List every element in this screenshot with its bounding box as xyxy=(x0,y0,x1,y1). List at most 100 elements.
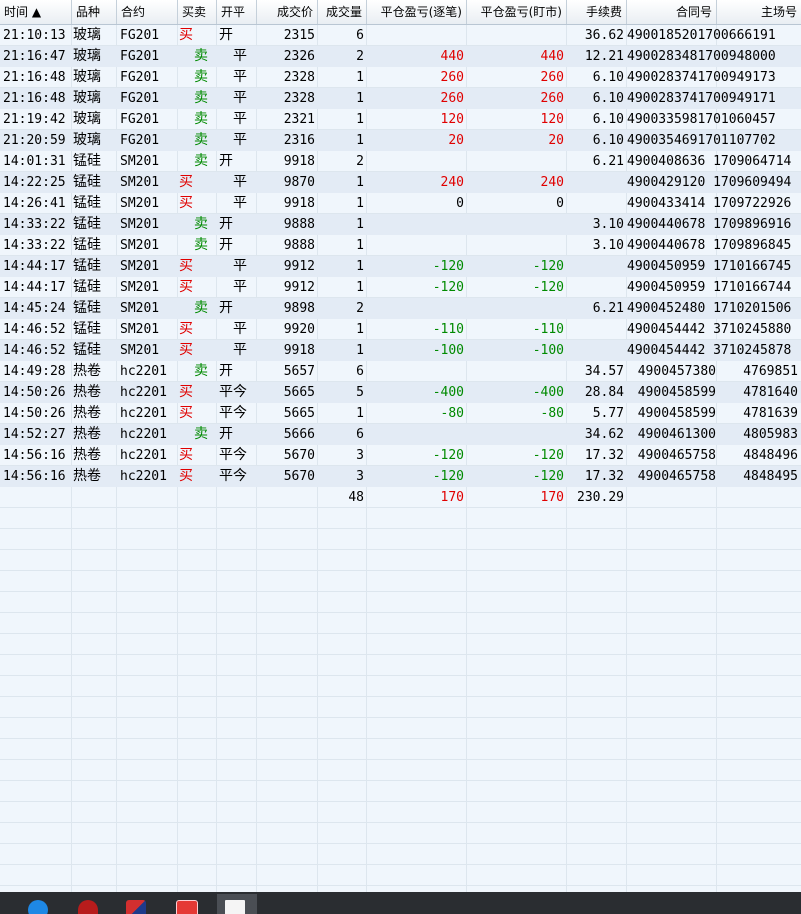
app-icon-4[interactable] xyxy=(118,894,158,914)
cell-contract: SM201 xyxy=(120,343,160,358)
cell-contract: SM201 xyxy=(120,217,160,232)
cell-pnl-trade: 20 xyxy=(448,133,464,148)
table-row[interactable]: 14:56:16 热卷 hc2201 买 平今 5670 3 -120 -120 17.32 490… xyxy=(0,466,801,487)
app-icon-3[interactable] xyxy=(70,894,110,914)
cell-time: 21:19:42 xyxy=(3,112,66,127)
cell-contract-no: 4900454442 3710245878 xyxy=(627,343,792,358)
app-icon-2[interactable] xyxy=(20,894,60,914)
table-row[interactable]: 14:33:22 锰硅 SM201 卖开 9888 1 3.10 4900440678 170… xyxy=(0,235,801,256)
cell-qty: 6 xyxy=(356,364,364,379)
col-header-openclose[interactable]: 开平 xyxy=(217,0,257,24)
cell-pnl-mark xyxy=(467,424,567,445)
table-row[interactable]: 21:16:48 玻璃 FG201 卖 平 2328 1 260 260 6.10 49002837… xyxy=(0,88,801,109)
col-header-price[interactable]: 成交价 xyxy=(257,0,318,24)
cell-price: 2326 xyxy=(283,49,315,64)
table-row[interactable]: 21:16:47 玻璃 FG201 卖 平 2326 2 440 440 12.21 4900283… xyxy=(0,46,801,67)
cell-time: 14:50:26 xyxy=(3,385,66,400)
cell-contract-no: 4900450959 1710166745 xyxy=(627,259,792,274)
cell-pnl-trade: -80 xyxy=(440,406,464,421)
cell-pnl-trade: 240 xyxy=(440,175,464,190)
table-row[interactable]: 21:16:48 玻璃 FG201 卖 平 2328 1 260 260 6.10 49002837… xyxy=(0,67,801,88)
cell-contract: SM201 xyxy=(120,301,160,316)
cell-contract-no: 4900454442 3710245880 xyxy=(627,322,792,337)
cell-qty: 1 xyxy=(356,133,364,148)
cell-contract: FG201 xyxy=(120,28,160,43)
cell-variety: 热卷 xyxy=(73,426,101,442)
cell-fee: 12.21 xyxy=(584,49,624,64)
table-row[interactable]: 14:50:26 热卷 hc2201 买 平今 5665 5 -400 -400 28.84 490… xyxy=(0,382,801,403)
table-row[interactable]: 14:49:28 热卷 hc2201 卖开 5657 6 34.57 4900457380 47… xyxy=(0,361,801,382)
document-icon[interactable] xyxy=(217,894,257,914)
cell-qty: 1 xyxy=(356,259,364,274)
table-row[interactable]: 14:45:24 锰硅 SM201 卖开 9898 2 6.21 4900452480 171… xyxy=(0,298,801,319)
table-row[interactable]: 14:33:22 锰硅 SM201 卖开 9888 1 3.10 4900440678 170… xyxy=(0,214,801,235)
col-header-time[interactable]: 时间 ▲ xyxy=(0,0,72,24)
cell-time: 14:01:31 xyxy=(3,154,66,169)
cell-contract-no: 4900283741700949173 xyxy=(627,70,776,85)
col-header-fee[interactable]: 手续费 xyxy=(567,0,627,24)
table-row[interactable]: 21:19:42 玻璃 FG201 卖 平 2321 1 120 120 6.10 49003359… xyxy=(0,109,801,130)
app-icon-5[interactable] xyxy=(168,894,208,914)
col-header-main-no[interactable]: 主场号 xyxy=(717,0,801,24)
cell-price: 9912 xyxy=(283,259,315,274)
table-row[interactable]: 14:52:27 热卷 hc2201 卖开 5666 6 34.62 4900461300 48… xyxy=(0,424,801,445)
table-row[interactable]: 14:46:52 锰硅 SM201 买 平 9920 1 -110 -110 4900454442… xyxy=(0,319,801,340)
cell-pnl-mark: -400 xyxy=(532,385,564,400)
table-row[interactable]: 14:22:25 锰硅 SM201 买 平 9870 1 240 240 4900429120 1… xyxy=(0,172,801,193)
table-row[interactable]: 21:10:13 玻璃 FG201 买 开 2315 6 36.62 4900185201700… xyxy=(0,25,801,46)
grid-header: 时间 ▲ 品种 合约 买卖 开平 成交价 成交量 平仓盈亏(逐笔) 平仓盈亏(盯… xyxy=(0,0,801,25)
table-row[interactable]: 21:20:59 玻璃 FG201 卖 平 2316 1 20 20 6.10 4900354691… xyxy=(0,130,801,151)
cell-contract-no: 4900433414 1709722926 xyxy=(627,196,792,211)
table-row[interactable]: 14:44:17 锰硅 SM201 买 平 9912 1 -120 -120 4900450959… xyxy=(0,256,801,277)
table-row[interactable]: 14:44:17 锰硅 SM201 买 平 9912 1 -120 -120 4900450959… xyxy=(0,277,801,298)
cell-pnl-mark xyxy=(467,298,567,319)
cell-fee: 6.10 xyxy=(592,112,624,127)
cell-contract-no: 4900465758 xyxy=(637,448,716,463)
cell-openclose: 开 xyxy=(219,216,233,232)
col-header-contract[interactable]: 合约 xyxy=(117,0,178,24)
cell-pnl-mark: -120 xyxy=(532,259,564,274)
cell-pnl-mark: 260 xyxy=(540,91,564,106)
cell-pnl-trade xyxy=(367,235,467,256)
cell-pnl-trade xyxy=(367,298,467,319)
cell-main-no xyxy=(717,340,801,361)
cell-main-no xyxy=(717,172,801,193)
cell-openclose: 开 xyxy=(219,300,233,316)
col-header-pnl-mark[interactable]: 平仓盈亏(盯市) xyxy=(467,0,567,24)
table-row[interactable]: 14:56:16 热卷 hc2201 买 平今 5670 3 -120 -120 17.32 490… xyxy=(0,445,801,466)
cell-price: 2315 xyxy=(283,28,315,43)
cell-qty: 2 xyxy=(356,49,364,64)
cell-time: 14:46:52 xyxy=(3,322,66,337)
table-row[interactable]: 14:46:52 锰硅 SM201 买 平 9918 1 -100 -100 4900454442… xyxy=(0,340,801,361)
table-row[interactable]: 14:26:41 锰硅 SM201 买 平 9918 1 0 0 4900433414 17097… xyxy=(0,193,801,214)
cell-pnl-mark: 440 xyxy=(540,49,564,64)
col-header-pnl-trade[interactable]: 平仓盈亏(逐笔) xyxy=(367,0,467,24)
cell-contract-no: 4900458599 xyxy=(637,406,716,421)
col-header-buysell[interactable]: 买卖 xyxy=(178,0,217,24)
cell-qty: 2 xyxy=(356,154,364,169)
app-icon-1[interactable] xyxy=(0,894,10,914)
cell-time: 21:20:59 xyxy=(3,133,66,148)
cell-pnl-trade: 440 xyxy=(440,49,464,64)
cell-pnl-mark: 120 xyxy=(540,112,564,127)
cell-time: 14:22:25 xyxy=(3,175,66,190)
cell-price: 5670 xyxy=(283,448,315,463)
col-header-variety[interactable]: 品种 xyxy=(72,0,117,24)
cell-main-no: 4781639 xyxy=(743,406,798,421)
cell-buysell: 卖 xyxy=(194,90,208,106)
cell-openclose: 开 xyxy=(219,153,233,169)
cell-time: 14:46:52 xyxy=(3,343,66,358)
cell-contract: SM201 xyxy=(120,154,160,169)
col-header-qty[interactable]: 成交量 xyxy=(318,0,367,24)
cell-qty: 1 xyxy=(356,280,364,295)
cell-pnl-trade: -120 xyxy=(432,469,464,484)
cell-variety: 玻璃 xyxy=(73,132,101,148)
cell-fee: 3.10 xyxy=(592,238,624,253)
table-row[interactable]: 14:50:26 热卷 hc2201 买 平今 5665 1 -80 -80 5.77 490045… xyxy=(0,403,801,424)
table-row[interactable]: 14:01:31 锰硅 SM201 卖开 9918 2 6.21 4900408636 170… xyxy=(0,151,801,172)
cell-buysell: 卖 xyxy=(194,132,208,148)
cell-pnl-trade xyxy=(367,424,467,445)
cell-openclose: 开 xyxy=(219,237,233,253)
cell-contract-no: 4900450959 1710166744 xyxy=(627,280,792,295)
col-header-contract-no[interactable]: 合同号 xyxy=(627,0,717,24)
